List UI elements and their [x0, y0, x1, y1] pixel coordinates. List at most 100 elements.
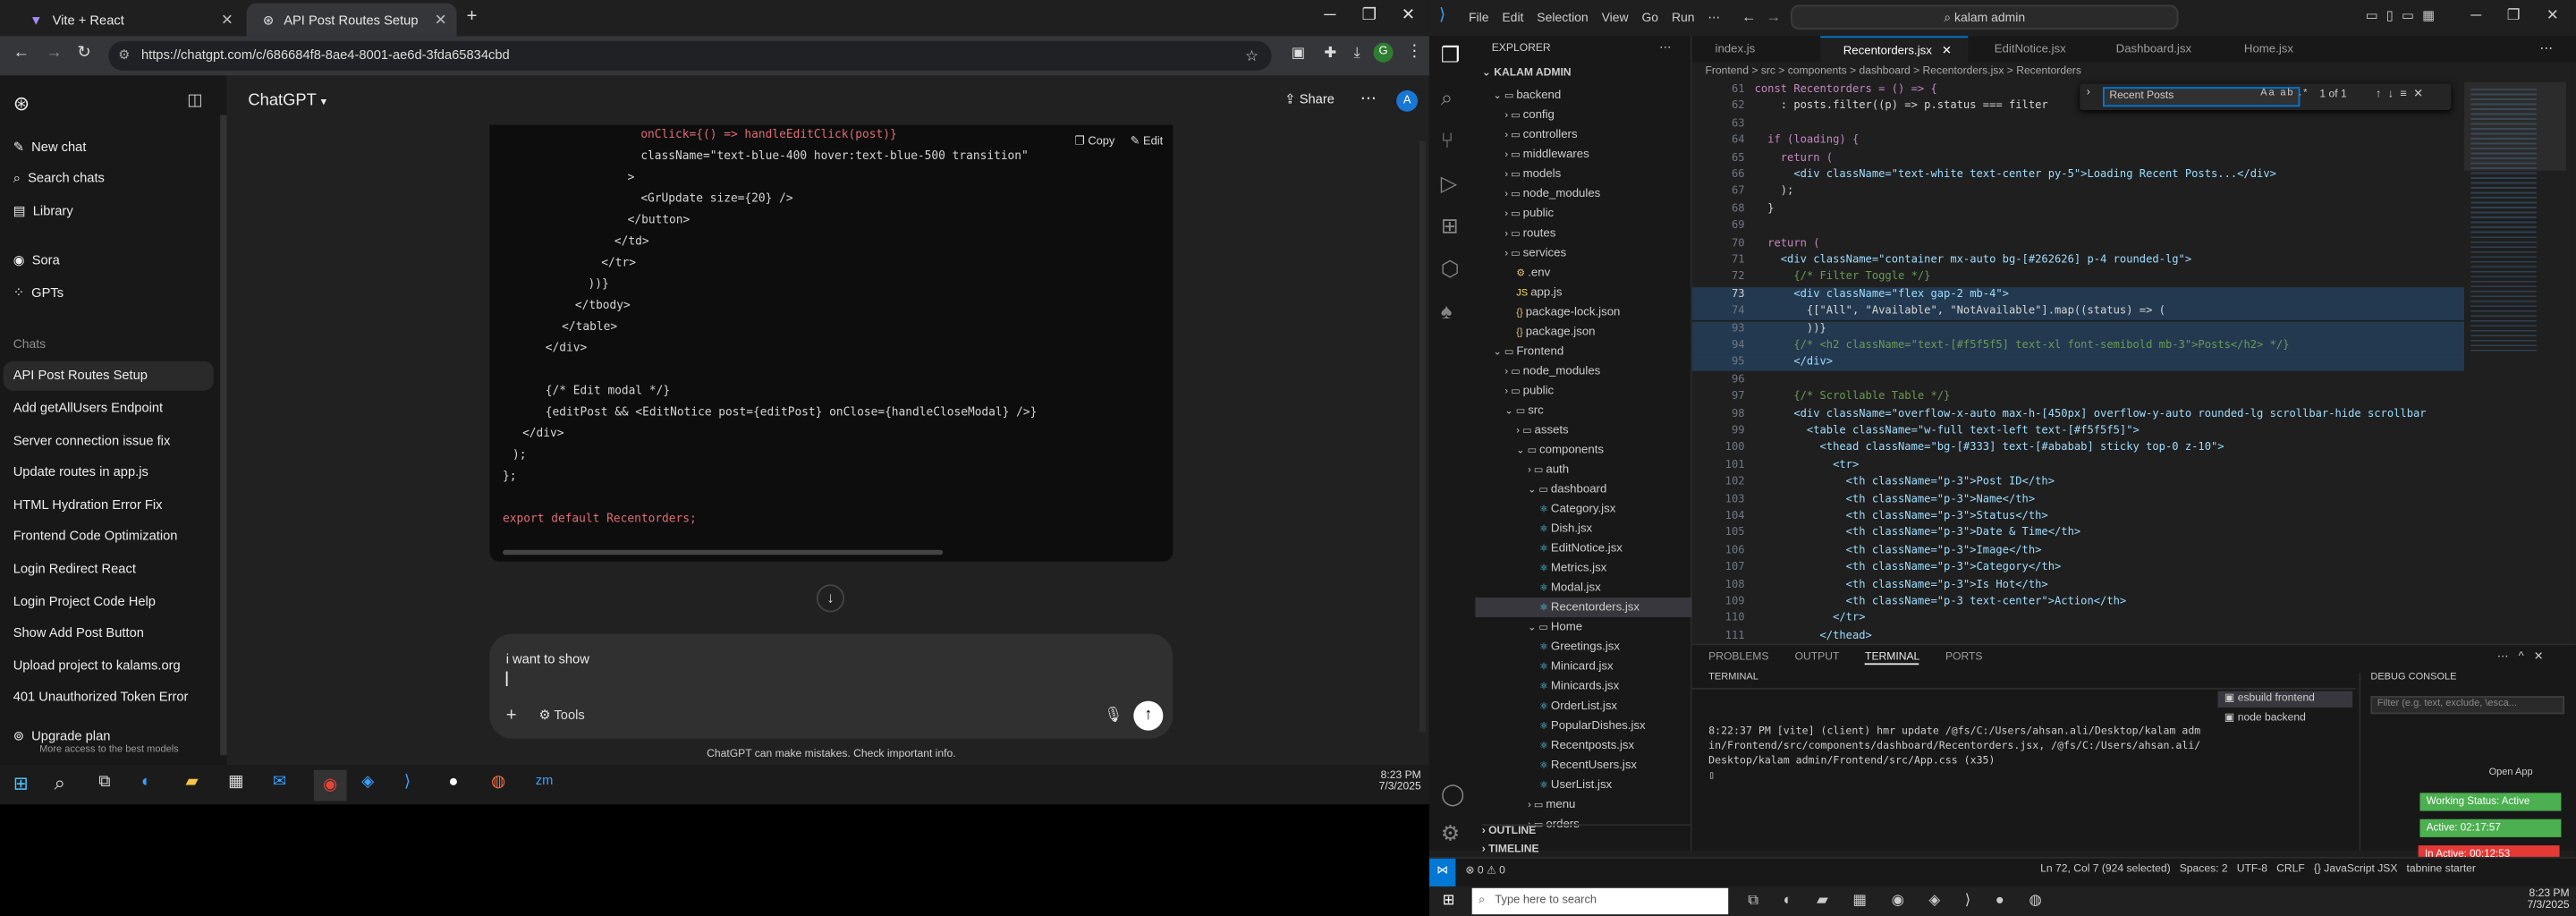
copy-button[interactable]: ❐ Copy [1074, 134, 1114, 148]
minimize-icon[interactable]: ─ [1324, 6, 1335, 24]
maximize-icon[interactable]: ❐ [2507, 6, 2521, 24]
panel-tabs[interactable]: PROBLEMS OUTPUT TERMINAL PORTS [1708, 651, 1982, 666]
remote-icon[interactable]: ⬡ [1441, 256, 1460, 282]
maximize-icon[interactable]: ❐ [1362, 6, 1377, 24]
profile-avatar[interactable]: G [1373, 42, 1394, 63]
user-avatar[interactable]: A [1396, 89, 1419, 112]
account-icon[interactable]: ◯ [1441, 782, 1465, 808]
tree-folder[interactable]: ⌄ ▭ dashboard [1475, 479, 1691, 499]
send-button[interactable]: ↑ [1133, 700, 1164, 731]
tree-file[interactable]: ⚛ PopularDishes.jsx [1475, 716, 1691, 735]
close-window-icon[interactable]: ✕ [2546, 6, 2559, 24]
close-icon[interactable]: ✕ [435, 11, 447, 29]
close-window-icon[interactable]: ✕ [1402, 6, 1415, 24]
remote-indicator-icon[interactable]: ⋈ [1428, 858, 1456, 886]
chevron-right-icon[interactable]: › [2087, 87, 2090, 98]
sidebar-scrollbar[interactable] [220, 114, 227, 756]
bookmark-icon[interactable]: ☆ [1245, 41, 1258, 71]
tree-folder[interactable]: › ▭ config [1475, 105, 1691, 124]
tree-file[interactable]: {} package.json [1475, 322, 1691, 342]
find-nav[interactable]: ↑↓≡✕ [2376, 87, 2430, 100]
problems-count[interactable]: ⊗ 0 ⚠ 0 [1465, 863, 1505, 877]
tree-file[interactable]: ⚛ Category.jsx [1475, 499, 1691, 519]
code-hscrollbar[interactable] [503, 549, 944, 556]
tree-folder[interactable]: › ▭ middlewares [1475, 144, 1691, 164]
menu-bar[interactable]: File Edit Selection View Go Run ⋯ [1469, 10, 1720, 25]
minimap[interactable] [2464, 81, 2566, 411]
tree-file[interactable]: ⚛ Greetings.jsx [1475, 637, 1691, 657]
file-explorer-icon[interactable]: ▰ [186, 773, 199, 791]
add-icon[interactable]: + [506, 706, 517, 725]
sidebar-search-chats[interactable]: ⌕ Search chats [13, 171, 105, 187]
puzzle-icon[interactable]: ✚ [1324, 45, 1336, 63]
scroll-down-button[interactable]: ↓ [816, 584, 845, 613]
chat-item[interactable]: API Post Routes Setup [3, 360, 214, 391]
app-icon[interactable]: ● [448, 773, 458, 791]
close-icon[interactable]: ✕ [221, 11, 233, 29]
model-selector[interactable]: ChatGPT ▾ [248, 92, 326, 110]
tab-home[interactable]: Home.jsx [2221, 36, 2326, 62]
run-debug-icon[interactable]: ▷ [1441, 171, 1457, 197]
url-input[interactable]: ⚙ https://chatgpt.com/c/686684f8-8ae4-80… [108, 40, 1272, 71]
tree-file[interactable]: ⚛ UserList.jsx [1475, 775, 1691, 794]
tree-folder[interactable]: › ▭ node_modules [1475, 361, 1691, 381]
search-icon[interactable]: ⌕ [1441, 85, 1453, 111]
upgrade-plan[interactable]: ⊚ Upgrade plan [13, 729, 111, 744]
app-icon[interactable]: ◈ [361, 773, 374, 791]
more-icon[interactable]: ⋯ [1659, 39, 1671, 55]
back-icon[interactable]: ← [13, 45, 30, 63]
mail-icon[interactable]: ✉ [273, 773, 286, 791]
tree-folder[interactable]: › ▭ controllers [1475, 124, 1691, 144]
reload-icon[interactable]: ↻ [77, 45, 90, 63]
extension-icon[interactable]: ▣ [1292, 45, 1306, 63]
open-app-button[interactable]: Open App [2489, 768, 2533, 778]
terminal-output[interactable]: 8:22:37 PM [vite] (client) hmr update /@… [1708, 694, 2200, 812]
timeline-section[interactable]: › TIMELINE [1482, 844, 1539, 855]
tree-folder[interactable]: ⌄ ▭ src [1475, 401, 1691, 420]
composer[interactable]: i want to show + ⚙ Tools 🎙 ↑ [489, 633, 1174, 739]
more-icon[interactable]: ⋯ [1360, 90, 1377, 108]
code-editor[interactable]: 61 const Recentorders = () => {62 : posts… [1691, 82, 2465, 640]
tab-vite[interactable]: ▼ Vite + React ✕ [13, 4, 243, 37]
tools-button[interactable]: ⚙ Tools [538, 708, 584, 723]
find-options[interactable]: Aa ab .* [2260, 89, 2309, 98]
tree-folder[interactable]: ⌄ ▭ backend [1475, 85, 1691, 105]
tab-index-js[interactable]: index.js [1692, 36, 1818, 62]
status-right[interactable]: Ln 72, Col 7 (924 selected) Spaces: 2 UT… [2040, 863, 2476, 875]
tree-file[interactable]: ⚛ Minicard.jsx [1475, 657, 1691, 676]
layout-controls[interactable]: ▭▯▭▦ [2366, 8, 2443, 23]
sidebar-sora[interactable]: ◉ Sora [13, 253, 60, 268]
taskbar-apps[interactable]: ⧉◐▰▦◉◈⟩●◍ [1748, 891, 2066, 909]
tree-file[interactable]: ⚛ RecentUsers.jsx [1475, 755, 1691, 775]
forward-icon[interactable]: → [1766, 8, 1781, 24]
chat-item[interactable]: Server connection issue fix [13, 433, 171, 448]
back-icon[interactable]: ← [1741, 8, 1757, 24]
tree-folder[interactable]: › ▭ routes [1475, 224, 1691, 243]
windows-start-icon[interactable]: ⊞ [13, 773, 29, 794]
tree-file[interactable]: ⚛ Recentorders.jsx [1475, 597, 1692, 617]
composer-input[interactable]: i want to show [506, 652, 589, 667]
workspace-root[interactable]: ⌄ KALAM ADMIN [1482, 65, 1572, 79]
windows-start-icon[interactable]: ⊞ [1443, 891, 1455, 909]
explorer-icon[interactable]: ❐ [1441, 43, 1460, 69]
tree-folder[interactable]: › ▭ models [1475, 165, 1691, 184]
sidebar-toggle-icon[interactable]: ◫ [187, 92, 202, 110]
chat-item[interactable]: HTML Hydration Error Fix [13, 497, 163, 513]
minimize-icon[interactable]: ─ [2470, 6, 2481, 22]
tab-recentorders[interactable]: Recentorders.jsx ✕ [1820, 36, 1969, 63]
site-info-icon[interactable]: ⚙ [118, 41, 130, 71]
sidebar-library[interactable]: ▤ Library [13, 204, 73, 219]
microphone-icon[interactable]: 🎙 [1104, 706, 1123, 724]
mongodb-icon[interactable]: ♠ [1441, 299, 1453, 324]
tree-file[interactable]: ⚙ .env [1475, 263, 1691, 283]
chat-item[interactable]: Frontend Code Optimization [13, 529, 178, 544]
tree-file[interactable]: ⚛ Minicards.jsx [1475, 676, 1691, 696]
outline-section[interactable]: › OUTLINE [1481, 824, 1696, 837]
tree-file[interactable]: {} package-lock.json [1475, 302, 1691, 322]
openai-logo-icon[interactable]: ⊛ [13, 92, 30, 115]
chat-item[interactable]: 401 Unauthorized Token Error [13, 690, 189, 705]
tree-folder[interactable]: ⌄ ▭ Home [1475, 617, 1691, 637]
tree-file[interactable]: ⚛ Modal.jsx [1475, 578, 1691, 598]
terminal-instance[interactable]: ▣ esbuild frontend [2217, 691, 2353, 708]
task-view-icon[interactable]: ⧉ [98, 773, 110, 791]
